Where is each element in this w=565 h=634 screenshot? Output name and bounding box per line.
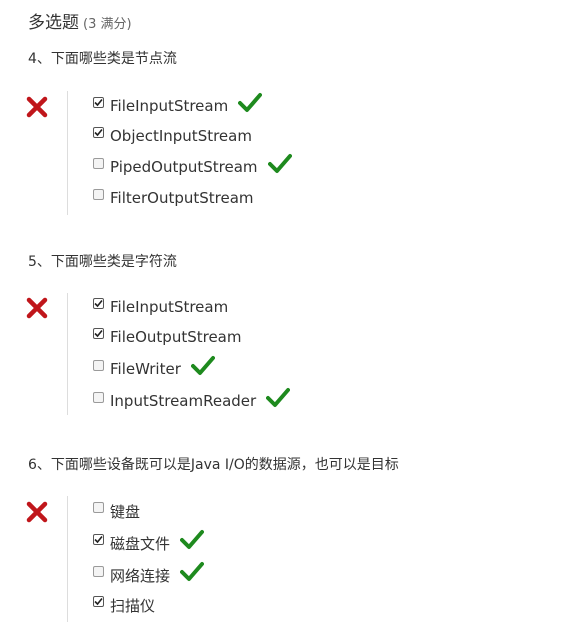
option-label: FileInputStream bbox=[110, 97, 229, 115]
option-checkbox[interactable]: 磁盘文件 bbox=[93, 530, 205, 556]
checkbox-unchecked[interactable] bbox=[93, 565, 104, 577]
option-checkbox[interactable]: FileInputStream bbox=[93, 294, 228, 320]
checkbox-checked[interactable] bbox=[93, 96, 104, 108]
checkbox-checked[interactable] bbox=[93, 126, 104, 138]
correct-check-icon bbox=[267, 154, 292, 173]
option-checkbox[interactable]: FileOutputStream bbox=[93, 324, 241, 350]
option-checkbox[interactable]: ObjectInputStream bbox=[93, 123, 252, 149]
option-label: FileWriter bbox=[110, 360, 181, 378]
checkbox-unchecked[interactable] bbox=[93, 501, 104, 513]
option-checkbox[interactable]: FileInputStream bbox=[93, 93, 263, 119]
option-checkbox[interactable]: 扫描仪 bbox=[93, 592, 155, 618]
question-title: 5、下面哪些类是字符流 bbox=[28, 254, 177, 270]
checkbox-checked[interactable] bbox=[93, 327, 104, 339]
checkbox-unchecked[interactable] bbox=[93, 359, 104, 371]
correct-check-icon bbox=[266, 388, 291, 407]
checkbox-checked[interactable] bbox=[93, 533, 104, 545]
options-list: 键盘 磁盘文件 网络连接 扫描仪 bbox=[67, 496, 468, 622]
checkbox-unchecked[interactable] bbox=[93, 188, 104, 200]
section-title: 多选题 bbox=[28, 13, 79, 33]
options-list: FileInputStream FileOutputStream FileWri… bbox=[67, 293, 468, 415]
wrong-answer-icon bbox=[26, 501, 48, 523]
checkbox-checked[interactable] bbox=[93, 297, 104, 309]
option-label: 扫描仪 bbox=[110, 596, 156, 615]
option-checkbox[interactable]: InputStreamReader bbox=[93, 388, 291, 414]
correct-check-icon bbox=[180, 562, 205, 581]
option-checkbox[interactable]: 网络连接 bbox=[93, 562, 205, 588]
correct-check-icon bbox=[238, 93, 263, 112]
option-label: 键盘 bbox=[110, 502, 141, 521]
checkbox-checked[interactable] bbox=[93, 595, 104, 607]
option-label: 磁盘文件 bbox=[110, 534, 171, 553]
correct-check-icon bbox=[180, 530, 205, 549]
checkbox-unchecked[interactable] bbox=[93, 157, 104, 169]
option-label: ObjectInputStream bbox=[110, 127, 252, 145]
option-label: FileInputStream bbox=[110, 298, 229, 316]
option-label: 网络连接 bbox=[110, 566, 171, 585]
correct-check-icon bbox=[190, 356, 215, 375]
wrong-answer-icon bbox=[26, 96, 48, 118]
option-label: FilterOutputStream bbox=[110, 189, 254, 207]
question-title: 4、下面哪些类是节点流 bbox=[28, 51, 177, 67]
section-header: 多选题 (3 满分) bbox=[28, 8, 132, 33]
option-checkbox[interactable]: PipedOutputStream bbox=[93, 154, 292, 180]
option-checkbox[interactable]: FilterOutputStream bbox=[93, 185, 254, 211]
option-checkbox[interactable]: FileWriter bbox=[93, 356, 215, 382]
option-label: InputStreamReader bbox=[110, 392, 257, 410]
option-label: PipedOutputStream bbox=[110, 158, 258, 176]
options-list: FileInputStream ObjectInputStream PipedO… bbox=[67, 91, 468, 215]
section-score: (3 满分) bbox=[83, 17, 132, 32]
option-label: FileOutputStream bbox=[110, 328, 242, 346]
question-title: 6、下面哪些设备既可以是Java I/O的数据源，也可以是目标 bbox=[28, 457, 399, 473]
wrong-answer-icon bbox=[26, 297, 48, 319]
checkbox-unchecked[interactable] bbox=[93, 391, 104, 403]
option-checkbox[interactable]: 键盘 bbox=[93, 498, 140, 524]
